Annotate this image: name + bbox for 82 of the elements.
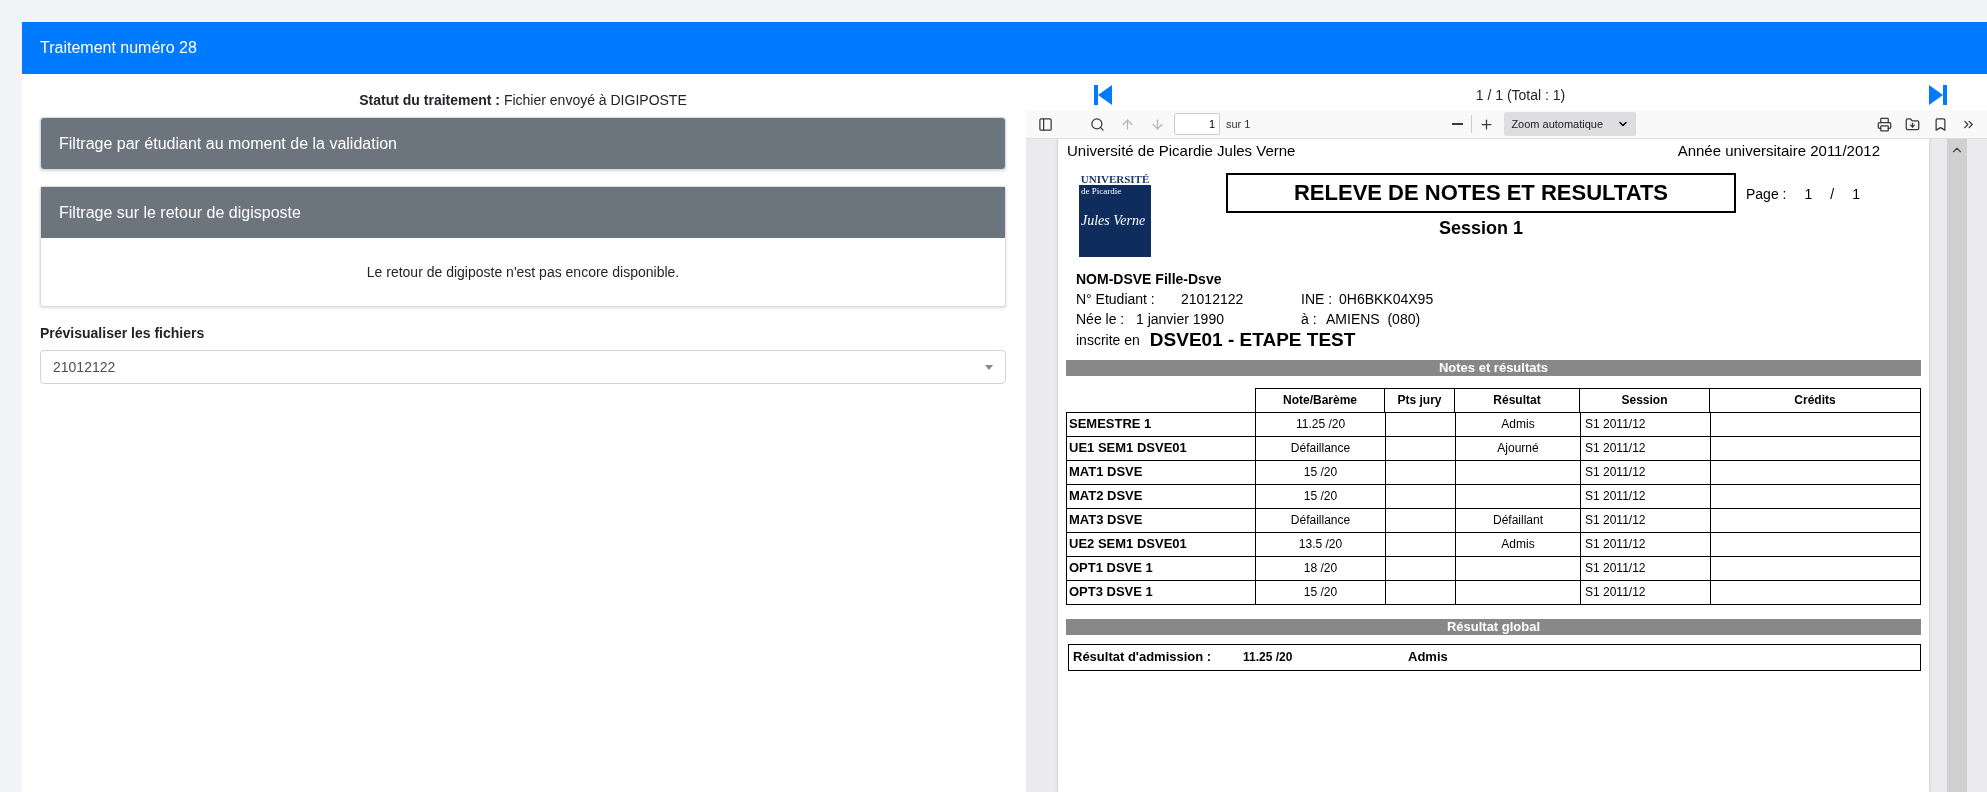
panel-message: Le retour de digiposte n'est pas encore disponible. <box>366 262 680 282</box>
table-cell: S1 2011/12 <box>1581 508 1711 532</box>
page-counter: 1 / 1 (Total : 1) <box>1475 85 1566 105</box>
preview-label: Prévisualiser les fichiers <box>40 324 206 343</box>
column-header: Pts jury <box>1385 387 1455 412</box>
table-cell: S1 2011/12 <box>1581 436 1711 460</box>
last-page-icon[interactable] <box>1929 85 1947 105</box>
birthplace-label: à : <box>1301 309 1318 329</box>
search-icon <box>1089 116 1105 132</box>
section-band: Résultat global <box>1066 618 1921 635</box>
accordion-header[interactable]: Filtrage sur le retour de digisposte <box>41 187 1005 238</box>
student-name: NOM-DSVE Fille-Dsve <box>1076 269 1223 289</box>
card-title: Traitement numéro 28 <box>40 38 197 58</box>
table-cell: S1 2011/12 <box>1581 484 1711 508</box>
table-cell: 15 /20 <box>1256 460 1386 484</box>
row-label: UE2 SEM1 DSVE01 <box>1067 532 1256 556</box>
page-number-field[interactable]: 1 <box>1174 113 1220 135</box>
university-logo: de Picardie Jules Verne <box>1079 184 1151 257</box>
row-label: OPT1 DSVE 1 <box>1067 556 1256 580</box>
zoom-select[interactable]: Zoom automatique <box>1504 112 1637 136</box>
sidebar-toggle-icon <box>1037 116 1053 132</box>
table-cell: 13.5 /20 <box>1256 532 1386 556</box>
row-label: UE1 SEM1 DSVE01 <box>1067 436 1256 460</box>
column-header: Note/Barème <box>1255 387 1385 412</box>
table-cell: S1 2011/12 <box>1581 556 1711 580</box>
table-cell: S1 2011/12 <box>1581 460 1711 484</box>
table-cell: 15 /20 <box>1256 580 1386 604</box>
dropdown-caret-icon <box>985 364 993 370</box>
printer-icon <box>1876 116 1892 132</box>
birth-label: Née le : <box>1076 309 1126 329</box>
page-separator: / <box>1830 184 1835 204</box>
minus-icon <box>1451 123 1463 125</box>
row-label: MAT1 DSVE <box>1067 460 1256 484</box>
scrollbar[interactable] <box>1947 139 1967 792</box>
row-label: MAT2 DSVE <box>1067 484 1256 508</box>
table-cell: 15 /20 <box>1256 484 1386 508</box>
table-cell: Défaillant <box>1456 508 1581 532</box>
section-band: Notes et résultats <box>1066 359 1921 376</box>
ine-label: INE : <box>1301 289 1334 309</box>
table-cell: Défaillance <box>1256 436 1386 460</box>
folder-download-icon <box>1904 116 1920 132</box>
row-label: OPT3 DSVE 1 <box>1067 580 1256 604</box>
student-id-label: N° Etudiant : <box>1076 289 1156 309</box>
enrolled-program: DSVE01 - ETAPE TEST <box>1149 329 1356 350</box>
column-header: Crédits <box>1710 387 1921 412</box>
first-page-icon[interactable] <box>1094 85 1112 105</box>
logo-wordmark: UNIVERSITÉ <box>1080 172 1150 185</box>
bookmark-icon <box>1932 116 1948 132</box>
column-header: Session <box>1580 387 1710 412</box>
university-name: Université de Picardie Jules Verne <box>1067 141 1296 161</box>
file-select[interactable]: 21012122 <box>40 350 1006 384</box>
page-total: 1 <box>1852 184 1860 204</box>
page-count: sur 1 <box>1226 116 1251 132</box>
table-cell: Ajourné <box>1456 436 1581 460</box>
page-number: 1 <box>1804 184 1813 204</box>
row-label: MAT3 DSVE <box>1067 508 1256 532</box>
down-arrow-icon <box>1149 116 1165 132</box>
admission-result: Admis <box>1408 648 1448 667</box>
table-cell: 18 /20 <box>1256 556 1386 580</box>
student-id: 21012122 <box>1181 289 1245 309</box>
academic-year: Année universitaire 2011/2012 <box>1677 141 1880 161</box>
page-label: Page : <box>1746 184 1787 204</box>
accordion-header[interactable]: Filtrage par étudiant au moment de la validation <box>41 118 1005 169</box>
table-cell: Défaillance <box>1256 508 1386 532</box>
table-cell: S1 2011/12 <box>1581 412 1711 436</box>
column-header: Résultat <box>1455 387 1580 412</box>
birth-date: 1 janvier 1990 <box>1136 309 1225 329</box>
table-cell: S1 2011/12 <box>1581 532 1711 556</box>
admission-score: 11.25 /20 <box>1243 649 1294 666</box>
document-title-box: RELEVE DE NOTES ET RESULTATS <box>1226 172 1736 213</box>
ine-value: 0H6BKK04X95 <box>1339 289 1434 309</box>
table-cell: 11.25 /20 <box>1256 412 1386 436</box>
plus-icon <box>1478 116 1494 132</box>
status-text: Statut du traitement : Fichier envoyé à DIGIPOSTE <box>358 91 688 110</box>
admission-label: Résultat d'admission : <box>1073 648 1213 667</box>
table-cell: S1 2011/12 <box>1581 580 1711 604</box>
table-cell: Admis <box>1456 412 1581 436</box>
session-title: Session 1 <box>1438 216 1523 240</box>
row-label: SEMESTRE 1 <box>1067 412 1256 436</box>
enrolled-label: inscrite en <box>1076 330 1140 350</box>
table-cell: Admis <box>1456 532 1581 556</box>
birthplace: AMIENS (080) <box>1326 309 1421 329</box>
